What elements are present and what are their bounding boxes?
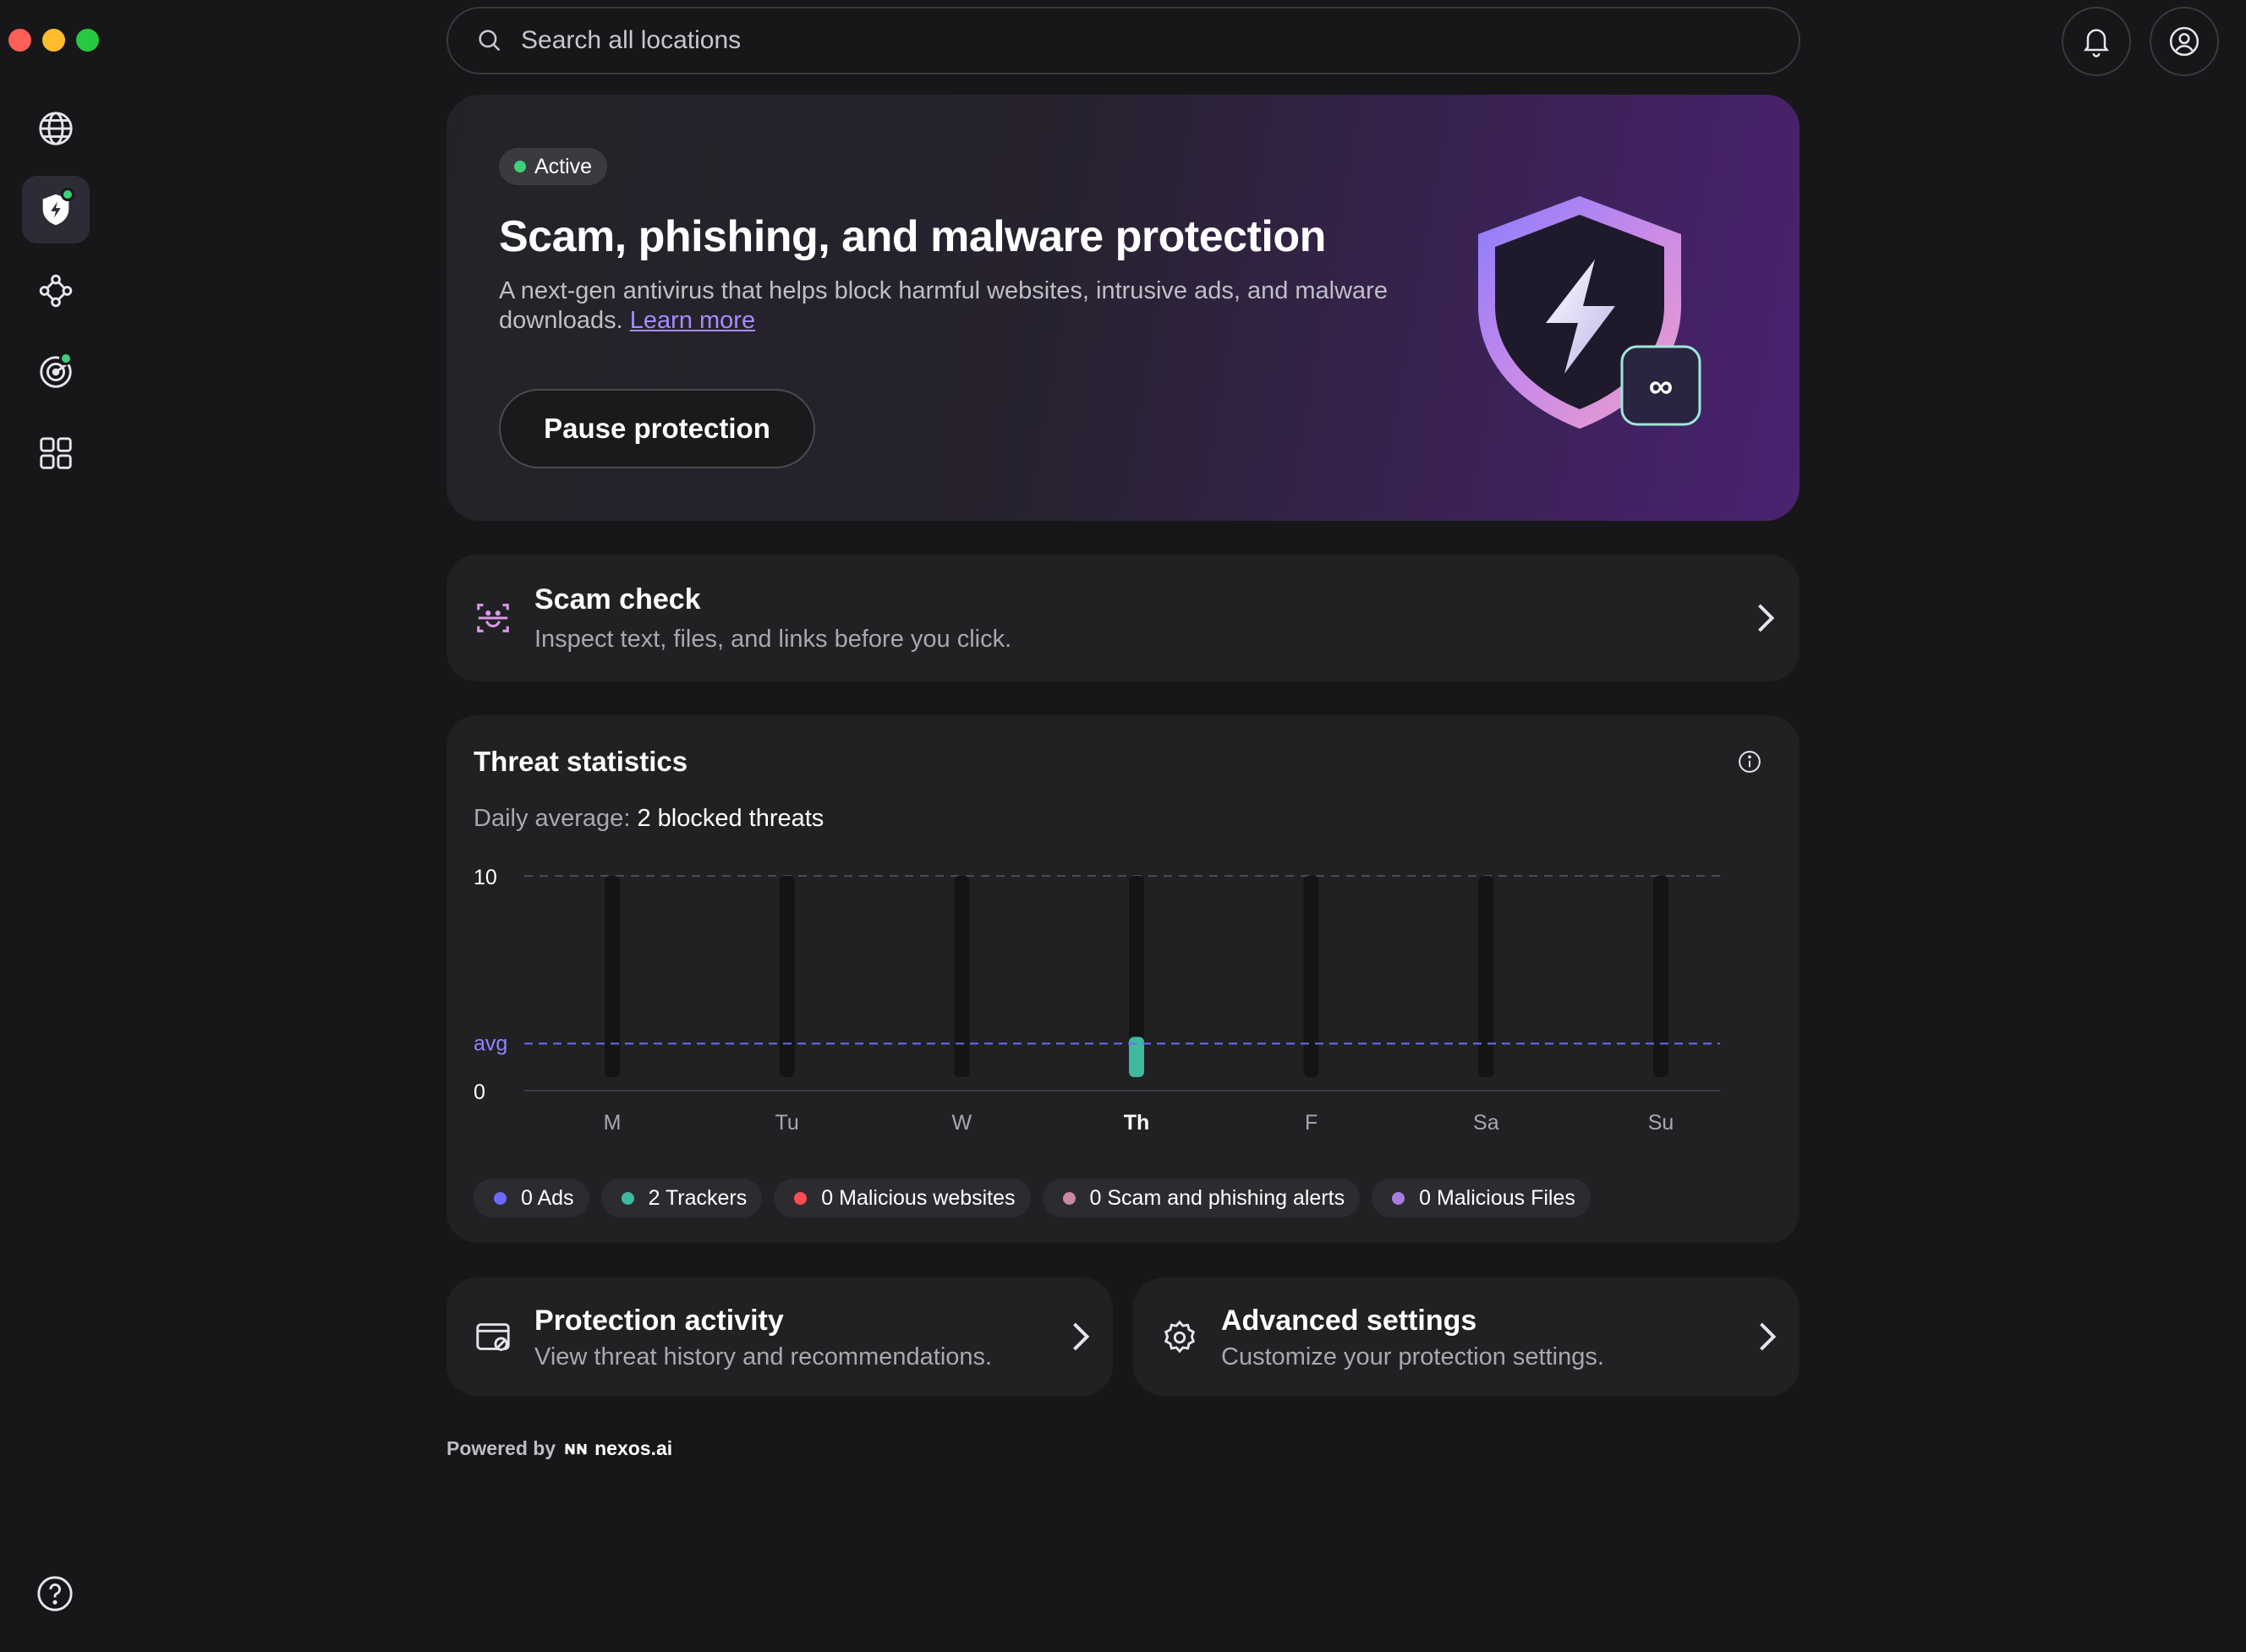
daily-average-label: Daily average: [474,805,631,832]
x-tick-label: F [1305,1111,1317,1135]
account-button[interactable] [2150,7,2219,76]
advanced-settings-card[interactable]: Advanced settings Customize your protect… [1133,1277,1800,1396]
search-input[interactable] [521,26,1705,55]
mesh-network-icon [39,274,73,308]
chevron-right-icon [1758,604,1775,632]
protection-activity-title: Protection activity [534,1305,784,1337]
y-tick-label: 0 [474,1080,485,1104]
advanced-settings-subtitle: Customize your protection settings. [1221,1343,1604,1370]
x-tick-label: M [604,1111,622,1135]
sidebar [0,0,112,1652]
scan-face-icon [477,604,509,632]
scam-check-card[interactable]: Scam check Inspect text, files, and link… [446,555,1800,681]
footer: Powered by nexos.ai [446,1437,672,1460]
advanced-settings-title: Advanced settings [1221,1305,1477,1337]
threat-chart: 10 0 M Tu W Th F Sa Su avg [474,866,1720,1135]
protection-hero: Active Scam, phishing, and malware prote… [446,95,1800,521]
user-icon [2169,26,2199,57]
hero-description: A next-gen antivirus that helps block ha… [499,276,1395,336]
threat-legend: 0 Ads 2 Trackers 0 Malicious websites 0 Sca… [474,1179,1591,1217]
threat-statistics-title: Threat statistics [474,746,688,777]
x-tick-label: Su [1648,1111,1674,1135]
sidebar-item-apps[interactable] [22,419,90,487]
nexos-brand: nexos.ai [564,1437,672,1460]
legend-color-dot [1062,1192,1076,1205]
legend-item: 0 Malicious Files [1372,1179,1591,1217]
info-icon[interactable] [1737,749,1762,774]
bar-track [1303,876,1319,1077]
daily-average-value: 2 blocked threats [637,805,824,832]
legend-item: 0 Scam and phishing alerts [1042,1179,1361,1217]
bar-track [605,876,620,1077]
legend-label: 2 Trackers [648,1185,748,1210]
chevron-right-icon [1760,1322,1777,1351]
legend-color-dot [1392,1192,1405,1205]
sidebar-item-vpn[interactable] [22,95,90,162]
legend-label: 0 Scam and phishing alerts [1089,1185,1345,1210]
bar-track [779,876,795,1077]
legend-label: 0 Malicious Files [1419,1185,1575,1210]
status-dot [61,188,74,201]
threat-statistics-card: Threat statistics Daily average: 2 block… [446,715,1800,1243]
window-block-icon [476,1323,510,1351]
bar-track [954,876,970,1077]
learn-more-link[interactable]: Learn more [630,307,755,334]
legend-color-dot [494,1192,507,1205]
bar-track [1478,876,1494,1077]
svg-text:∞: ∞ [1649,368,1674,405]
gear-icon [1164,1320,1196,1354]
status-dot [59,352,73,365]
legend-color-dot [794,1192,808,1205]
x-tick-label: Tu [775,1111,799,1135]
legend-item: 2 Trackers [600,1179,763,1217]
search-icon [479,30,501,52]
protection-activity-subtitle: View threat history and recommendations. [534,1343,993,1370]
search-bar [446,7,1800,74]
x-tick-label: Sa [1473,1111,1499,1135]
x-tick-label: W [952,1111,972,1135]
bar-track [1653,876,1668,1077]
scam-check-subtitle: Inspect text, files, and links before yo… [534,626,1012,653]
daily-average: Daily average: 2 blocked threats [474,805,824,833]
grid-icon [40,437,72,469]
sidebar-item-dark-web-monitor[interactable] [22,338,90,406]
x-tick-label: Th [1124,1111,1150,1135]
globe-icon [39,112,73,145]
protection-activity-card[interactable]: Protection activity View threat history … [446,1277,1113,1396]
legend-item: 0 Ads [474,1179,589,1217]
sidebar-item-meshnet[interactable] [22,257,90,325]
y-tick-label: 10 [474,866,497,889]
legend-label: 0 Ads [521,1185,574,1210]
status-badge: Active [499,148,608,185]
sidebar-item-threat-protection[interactable] [22,176,90,243]
notifications-button[interactable] [2062,7,2131,76]
scam-check-title: Scam check [534,583,701,615]
nexos-logo-icon [565,1442,587,1455]
nexos-brand-text: nexos.ai [594,1437,673,1459]
legend-item: 0 Malicious websites [774,1179,1031,1217]
page-title: Scam, phishing, and malware protection [499,212,1326,261]
bell-icon [2084,29,2109,57]
legend-label: 0 Malicious websites [821,1185,1016,1210]
pause-protection-button[interactable]: Pause protection [499,389,815,468]
chevron-right-icon [1073,1322,1090,1351]
powered-by-label: Powered by [446,1437,556,1459]
legend-color-dot [621,1192,634,1205]
help-icon[interactable] [36,1574,74,1613]
average-label: avg [474,1031,507,1055]
shield-illustration-icon: ∞ [1478,196,1701,429]
